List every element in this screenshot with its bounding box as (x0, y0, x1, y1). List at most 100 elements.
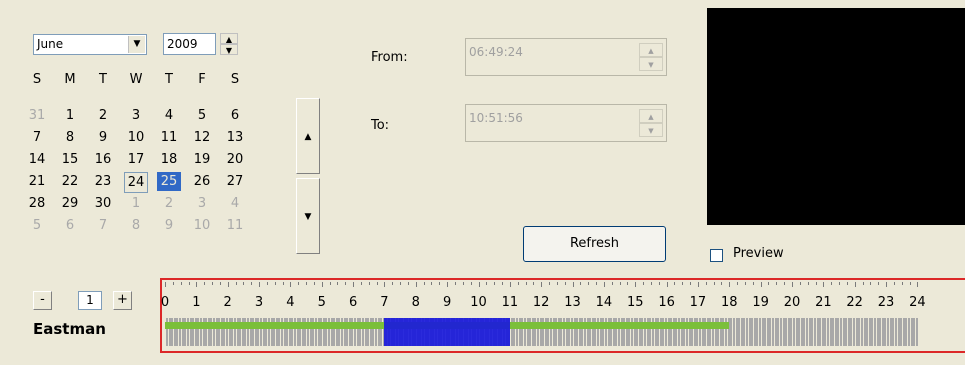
timeline-tick (188, 282, 190, 285)
calendar-day[interactable]: 27 (223, 172, 247, 191)
to-time-updown[interactable]: ▲ ▼ (639, 109, 663, 137)
calendar-day[interactable]: 17 (124, 150, 148, 169)
timeline-tick (415, 282, 417, 287)
calendar-day[interactable]: 23 (91, 172, 115, 191)
timeline-hour-label: 14 (595, 295, 613, 310)
from-time-field[interactable]: 06:49:24 ▲ ▼ (465, 38, 667, 76)
arrow-up-icon: ▲ (304, 132, 312, 142)
month-select[interactable]: June ▼ (33, 34, 147, 55)
from-time-updown[interactable]: ▲ ▼ (639, 43, 663, 71)
calendar-scroll-down[interactable]: ▼ (296, 178, 320, 254)
timeline-tick (760, 282, 762, 287)
preview-checkbox[interactable] (710, 249, 723, 262)
spin-up-icon[interactable]: ▲ (639, 109, 663, 123)
spin-up-icon[interactable]: ▲ (639, 43, 663, 57)
calendar-day[interactable]: 22 (58, 172, 82, 191)
timeline-tick (321, 282, 323, 287)
calendar-day[interactable]: 24 (124, 172, 148, 193)
to-time-field[interactable]: 10:51:56 ▲ ▼ (465, 104, 667, 142)
calendar-day[interactable]: 18 (157, 150, 181, 169)
timeline-track[interactable] (162, 318, 922, 348)
timeline-tick (776, 282, 778, 285)
timeline-tick (815, 282, 817, 285)
calendar-week: 14 15 16 17 18 19 20 (29, 150, 303, 169)
timeline-tick (580, 282, 582, 285)
timeline-tick (517, 282, 519, 285)
calendar-day[interactable]: 10 (190, 216, 214, 235)
timeline-hour-label: 18 (721, 295, 738, 310)
calendar-scroll-up[interactable]: ▲ (296, 98, 320, 174)
calendar-day[interactable]: 13 (223, 128, 247, 147)
calendar-day[interactable]: 26 (190, 172, 214, 191)
calendar-day[interactable]: 7 (25, 128, 49, 147)
calendar-day[interactable]: 28 (25, 194, 49, 213)
calendar-day[interactable]: 5 (25, 216, 49, 235)
calendar-day[interactable]: 15 (58, 150, 82, 169)
chevron-down-icon[interactable]: ▼ (128, 36, 145, 53)
weekday-label: T (165, 72, 173, 87)
timeline-tick (251, 282, 253, 285)
calendar-day[interactable]: 12 (190, 128, 214, 147)
calendar-day[interactable]: 2 (91, 106, 115, 125)
timeline-tick (407, 282, 409, 285)
calendar-day[interactable]: 30 (91, 194, 115, 213)
calendar-day[interactable]: 21 (25, 172, 49, 191)
calendar-day[interactable]: 11 (157, 128, 181, 147)
timeline-tick (447, 282, 449, 287)
spin-up-icon[interactable]: ▲ (220, 33, 238, 44)
year-spinner[interactable]: 2009 ▲ ▼ (163, 33, 241, 57)
calendar-day[interactable]: 1 (58, 106, 82, 125)
timeline-hour-label: 3 (254, 295, 264, 310)
calendar-day[interactable]: 19 (190, 150, 214, 169)
month-value: June (37, 37, 64, 51)
timeline-tick (172, 282, 174, 285)
timeline-tick (353, 282, 355, 287)
calendar-day[interactable]: 6 (223, 106, 247, 125)
calendar-day[interactable]: 9 (91, 128, 115, 147)
calendar-day[interactable]: 4 (223, 194, 247, 213)
calendar-day[interactable]: 6 (58, 216, 82, 235)
calendar-day[interactable]: 20 (223, 150, 247, 169)
calendar-day[interactable]: 29 (58, 194, 82, 213)
calendar-day[interactable]: 5 (190, 106, 214, 125)
calendar-day[interactable]: 14 (25, 150, 49, 169)
spin-down-icon[interactable]: ▼ (220, 44, 238, 55)
timeline-tick (525, 282, 527, 285)
calendar-day[interactable]: 11 (223, 216, 247, 235)
timeline-tick (588, 282, 590, 285)
calendar-day[interactable]: 16 (91, 150, 115, 169)
year-field[interactable]: 2009 (163, 33, 216, 55)
selected-range[interactable] (384, 318, 510, 346)
calendar-day[interactable]: 10 (124, 128, 148, 147)
timeline-tick (697, 282, 699, 287)
calendar-day[interactable]: 8 (124, 216, 148, 235)
timeline-tick (807, 282, 809, 285)
calendar-day[interactable]: 3 (124, 106, 148, 125)
timeline-hour-label: 12 (532, 295, 550, 310)
calendar-week: 5 6 7 8 9 10 11 (33, 216, 303, 235)
calendar-day[interactable]: 7 (91, 216, 115, 235)
calendar-day[interactable]: 4 (157, 106, 181, 125)
timeline-tick (650, 282, 652, 285)
refresh-button[interactable]: Refresh (523, 226, 666, 262)
calendar-day[interactable]: 1 (124, 194, 148, 213)
year-updown[interactable]: ▲ ▼ (220, 33, 238, 55)
timeline-tick (392, 282, 394, 285)
timeline-tick (901, 282, 903, 285)
calendar-day[interactable]: 31 (25, 106, 49, 125)
timeline[interactable]: 0 1 2 3 4 5 6 7 8 9 10 11 12 13 14 15 16 17 18 19 20 21 22 23 24 (160, 278, 965, 353)
weekday-label: T (99, 72, 107, 87)
weekday-label: S (230, 72, 240, 87)
calendar-day[interactable]: 25 (157, 172, 181, 191)
page-next-button[interactable]: + (113, 291, 132, 310)
calendar-day[interactable]: 3 (190, 194, 214, 213)
calendar-day[interactable]: 2 (157, 194, 181, 213)
calendar-day[interactable]: 9 (157, 216, 181, 235)
spin-down-icon[interactable]: ▼ (639, 57, 663, 71)
calendar-day[interactable]: 8 (58, 128, 82, 147)
spin-down-icon[interactable]: ▼ (639, 123, 663, 137)
page-prev-button[interactable]: - (33, 291, 52, 310)
timeline-tick (360, 282, 362, 285)
arrow-down-icon: ▼ (304, 212, 312, 222)
calendar-week: 7 8 9 10 11 12 13 (33, 128, 303, 147)
